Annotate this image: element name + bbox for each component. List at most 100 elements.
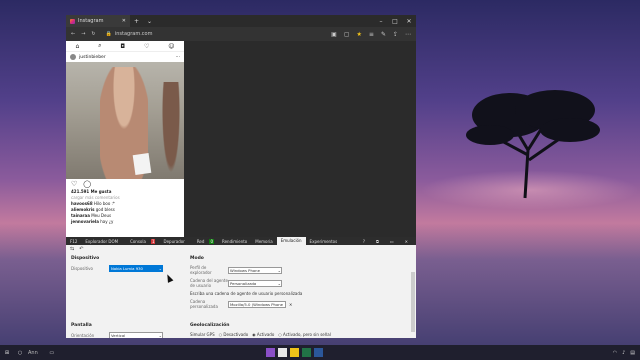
orientation-select[interactable]: Vertical ⌄ [109, 332, 163, 338]
devtools-scrollbar[interactable] [411, 272, 415, 332]
clear-icon[interactable]: ✕ [289, 302, 292, 307]
instagram-favicon-icon [70, 18, 75, 24]
favorite-star-icon[interactable]: ★ [357, 31, 362, 38]
comment-user[interactable]: havoos68 [71, 201, 93, 206]
address-bar: ← → ↻ 🔒 instagram.com ▣ ▢ ★ ≡ ✎ ⇪ ⋯ [66, 27, 416, 41]
custom-row: Cadena personalizada Mozilla/5.0 (Window… [190, 299, 340, 309]
tab-instagram[interactable]: Instagram ✕ [66, 15, 130, 27]
search-icon[interactable]: ⌕ [98, 42, 101, 50]
device-select[interactable]: Nokia Lumia 930 ⌄ [109, 265, 163, 272]
toolbar-right: ▣ ▢ ★ ≡ ✎ ⇪ ⋯ [331, 31, 411, 38]
network-icon[interactable]: ◠ [613, 350, 617, 356]
custom-ua-input[interactable]: Mozilla/5.0 (Windows Phone [228, 300, 286, 308]
device-heading: Dispositivo [71, 256, 100, 261]
tab-debugger[interactable]: Depurador [159, 239, 188, 244]
like-heart-icon[interactable]: ♡ [71, 180, 77, 188]
comment-text: Meu Deus [91, 213, 112, 218]
hub-icon[interactable]: ≡ [369, 31, 374, 38]
start-icon[interactable]: ⊞ [0, 350, 14, 356]
volume-icon[interactable]: ♪ [622, 350, 625, 356]
home-icon[interactable]: ⌂ [75, 43, 79, 50]
network-badge: 0 [209, 238, 214, 244]
chevron-down-icon: ⌄ [158, 333, 162, 338]
more-icon[interactable]: ⋯ [405, 31, 411, 38]
undock-icon[interactable]: ⧉ [372, 239, 383, 244]
url-field[interactable]: 🔒 instagram.com [106, 31, 153, 37]
share-icon[interactable]: ⇪ [393, 31, 398, 38]
tab-network[interactable]: Red 0 [189, 238, 218, 244]
reset-icon[interactable]: ⇆ [70, 246, 74, 252]
screen-heading: Pantalla [71, 323, 92, 328]
back-icon[interactable]: ← [71, 31, 75, 37]
comment-user[interactable]: jennovariela [71, 219, 99, 224]
profile-row: Perfil de explorador Windows Phone ⌄ [190, 265, 340, 275]
ua-select[interactable]: Personalizada ⌄ [228, 279, 282, 287]
help-icon[interactable]: ? [359, 239, 369, 244]
pin-icon[interactable]: ▭ [386, 239, 398, 244]
heart-icon[interactable]: ♡ [144, 43, 149, 50]
reading-mode-icon[interactable]: ▢ [344, 31, 350, 38]
close-window-button[interactable]: ✕ [402, 18, 416, 25]
gps-nosignal-radio[interactable]: ○ Activado, pero sin señal [278, 332, 331, 337]
cortana-icon[interactable]: ○ [14, 350, 26, 356]
post-username[interactable]: justinbieber [79, 55, 106, 60]
maximize-button[interactable]: □ [388, 18, 402, 25]
comment-text: god bless [95, 207, 115, 212]
page-content: ⌂ ⌕ ◘ ♡ ☺ justinbieber ⋯ ♡ ◯ 421.591 Me … [66, 41, 416, 251]
tab-experiments[interactable]: Experimentos [306, 239, 342, 244]
lock-icon: 🔒 [105, 31, 112, 37]
mode-panel: Modo Perfil de explorador Windows Phone ⌄… [190, 256, 340, 312]
reading-view-icon[interactable]: ▣ [331, 31, 337, 38]
comment-text: hay ¿y [100, 219, 114, 224]
gps-on-label: Activado [256, 332, 275, 337]
refresh-icon[interactable]: ↻ [91, 31, 95, 37]
orientation-row: Orientación Vertical ⌄ [71, 332, 181, 338]
tab-performance[interactable]: Rendimiento [218, 239, 251, 244]
gps-label: Simular GPS [190, 332, 215, 337]
close-tab-icon[interactable]: ✕ [122, 18, 126, 24]
taskbar-apps [266, 348, 323, 357]
comment-user[interactable]: tainaraa [71, 213, 90, 218]
post-actions: ♡ ◯ [66, 179, 184, 189]
gps-off-radio[interactable]: ○ Desactivado [219, 332, 249, 337]
tab-emulation[interactable]: Emulación [276, 237, 306, 245]
app-icon[interactable] [266, 348, 275, 357]
tab-console[interactable]: Consola 1 [122, 238, 159, 244]
devtools-toolbar: ⇆ ↶ [66, 245, 416, 252]
mode-heading: Modo [190, 256, 204, 261]
profile-label: Perfil de explorador [190, 265, 212, 275]
tab-memory[interactable]: Memoria [251, 239, 276, 244]
task-view-icon[interactable]: ▭ [46, 350, 58, 356]
profile-value: Windows Phone [230, 267, 260, 273]
comment-user[interactable]: aliemokris [71, 207, 94, 212]
ua-row: Cadena del agente de usuario Personaliza… [190, 278, 340, 288]
close-devtools-icon[interactable]: ✕ [401, 239, 412, 244]
tab-bar: Instagram ✕ + ⌄ – □ ✕ [66, 15, 416, 27]
tabs-dropdown-button[interactable]: ⌄ [143, 18, 156, 25]
ua-value: Personalizada [230, 280, 257, 286]
gps-on-radio[interactable]: ◉ Activado [252, 332, 274, 337]
taskbar-search[interactable]: Ann [28, 350, 38, 356]
app-icon[interactable] [290, 348, 299, 357]
profile-icon[interactable]: ☺ [168, 43, 174, 50]
web-note-icon[interactable]: ✎ [381, 31, 386, 38]
chevron-down-icon: ⌄ [277, 267, 281, 273]
app-icon[interactable] [302, 348, 311, 357]
comment-icon[interactable]: ◯ [83, 180, 91, 188]
new-tab-button[interactable]: + [130, 18, 143, 25]
profile-select[interactable]: Windows Phone ⌄ [228, 266, 282, 274]
tab-console-label: Consola [130, 238, 146, 244]
tab-title: Instagram [78, 18, 104, 24]
undo-icon[interactable]: ↶ [79, 246, 83, 252]
tab-dom-explorer[interactable]: Explorador DOM [81, 239, 122, 244]
app-icon[interactable] [314, 348, 323, 357]
forward-icon[interactable]: → [81, 31, 85, 37]
post-photo[interactable] [66, 62, 184, 179]
avatar[interactable] [70, 54, 76, 60]
minimize-button[interactable]: – [374, 18, 388, 25]
post-options-icon[interactable]: ⋯ [176, 55, 181, 60]
camera-icon[interactable]: ◘ [120, 43, 125, 50]
app-icon[interactable] [278, 348, 287, 357]
url-text: instagram.com [114, 31, 153, 37]
notification-icon[interactable]: ▤ [630, 350, 635, 356]
